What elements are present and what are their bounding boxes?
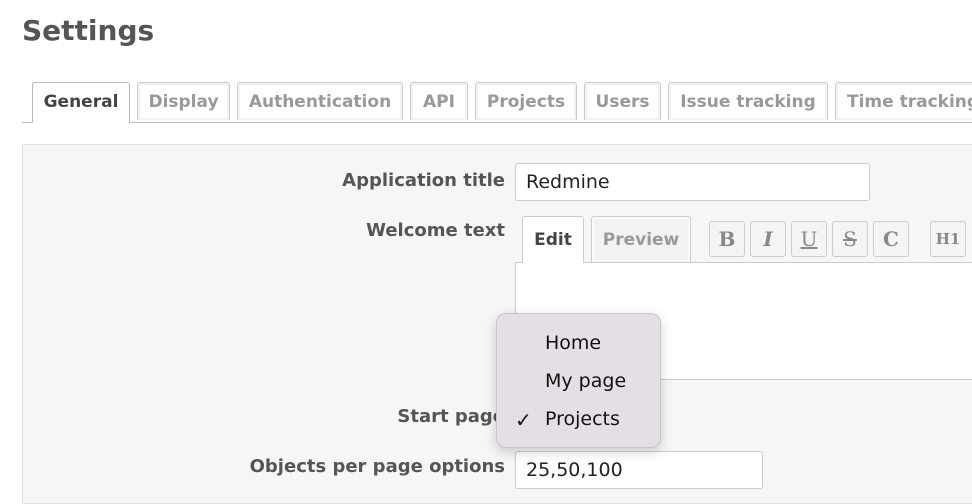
strikethrough-button[interactable]: S — [832, 221, 868, 257]
start-page-label: Start page — [397, 406, 505, 427]
start-page-option-my-page[interactable]: My page — [545, 370, 626, 392]
tab-projects[interactable]: Projects — [475, 82, 577, 120]
tab-authentication[interactable]: Authentication — [237, 82, 403, 120]
bold-button[interactable]: B — [709, 221, 745, 257]
heading-1-button[interactable]: H1 — [930, 221, 966, 257]
start-page-dropdown: Home My page ✓ Projects — [496, 313, 661, 448]
checkmark-icon: ✓ — [515, 408, 532, 432]
settings-tabs: General Display Authentication API Proje… — [22, 82, 972, 123]
page-title: Settings — [22, 14, 155, 47]
editor-tab-preview[interactable]: Preview — [591, 216, 691, 262]
per-page-label: Objects per page options — [249, 456, 505, 477]
per-page-input[interactable] — [515, 451, 763, 489]
tab-display[interactable]: Display — [137, 82, 230, 120]
tab-users[interactable]: Users — [584, 82, 661, 120]
editor-tab-edit[interactable]: Edit — [522, 216, 584, 263]
tab-general[interactable]: General — [32, 82, 130, 123]
tab-time-tracking[interactable]: Time tracking — [835, 82, 972, 120]
app-title-input[interactable] — [515, 163, 870, 201]
tab-api[interactable]: API — [410, 82, 468, 120]
code-button[interactable]: C — [873, 221, 909, 257]
start-page-option-projects[interactable]: Projects — [545, 408, 620, 430]
app-title-label: Application title — [342, 170, 505, 191]
tab-issue-tracking[interactable]: Issue tracking — [668, 82, 828, 120]
start-page-option-home[interactable]: Home — [545, 332, 601, 354]
welcome-text-label: Welcome text — [366, 220, 505, 241]
underline-button[interactable]: U — [791, 221, 827, 257]
italic-button[interactable]: I — [750, 221, 786, 257]
